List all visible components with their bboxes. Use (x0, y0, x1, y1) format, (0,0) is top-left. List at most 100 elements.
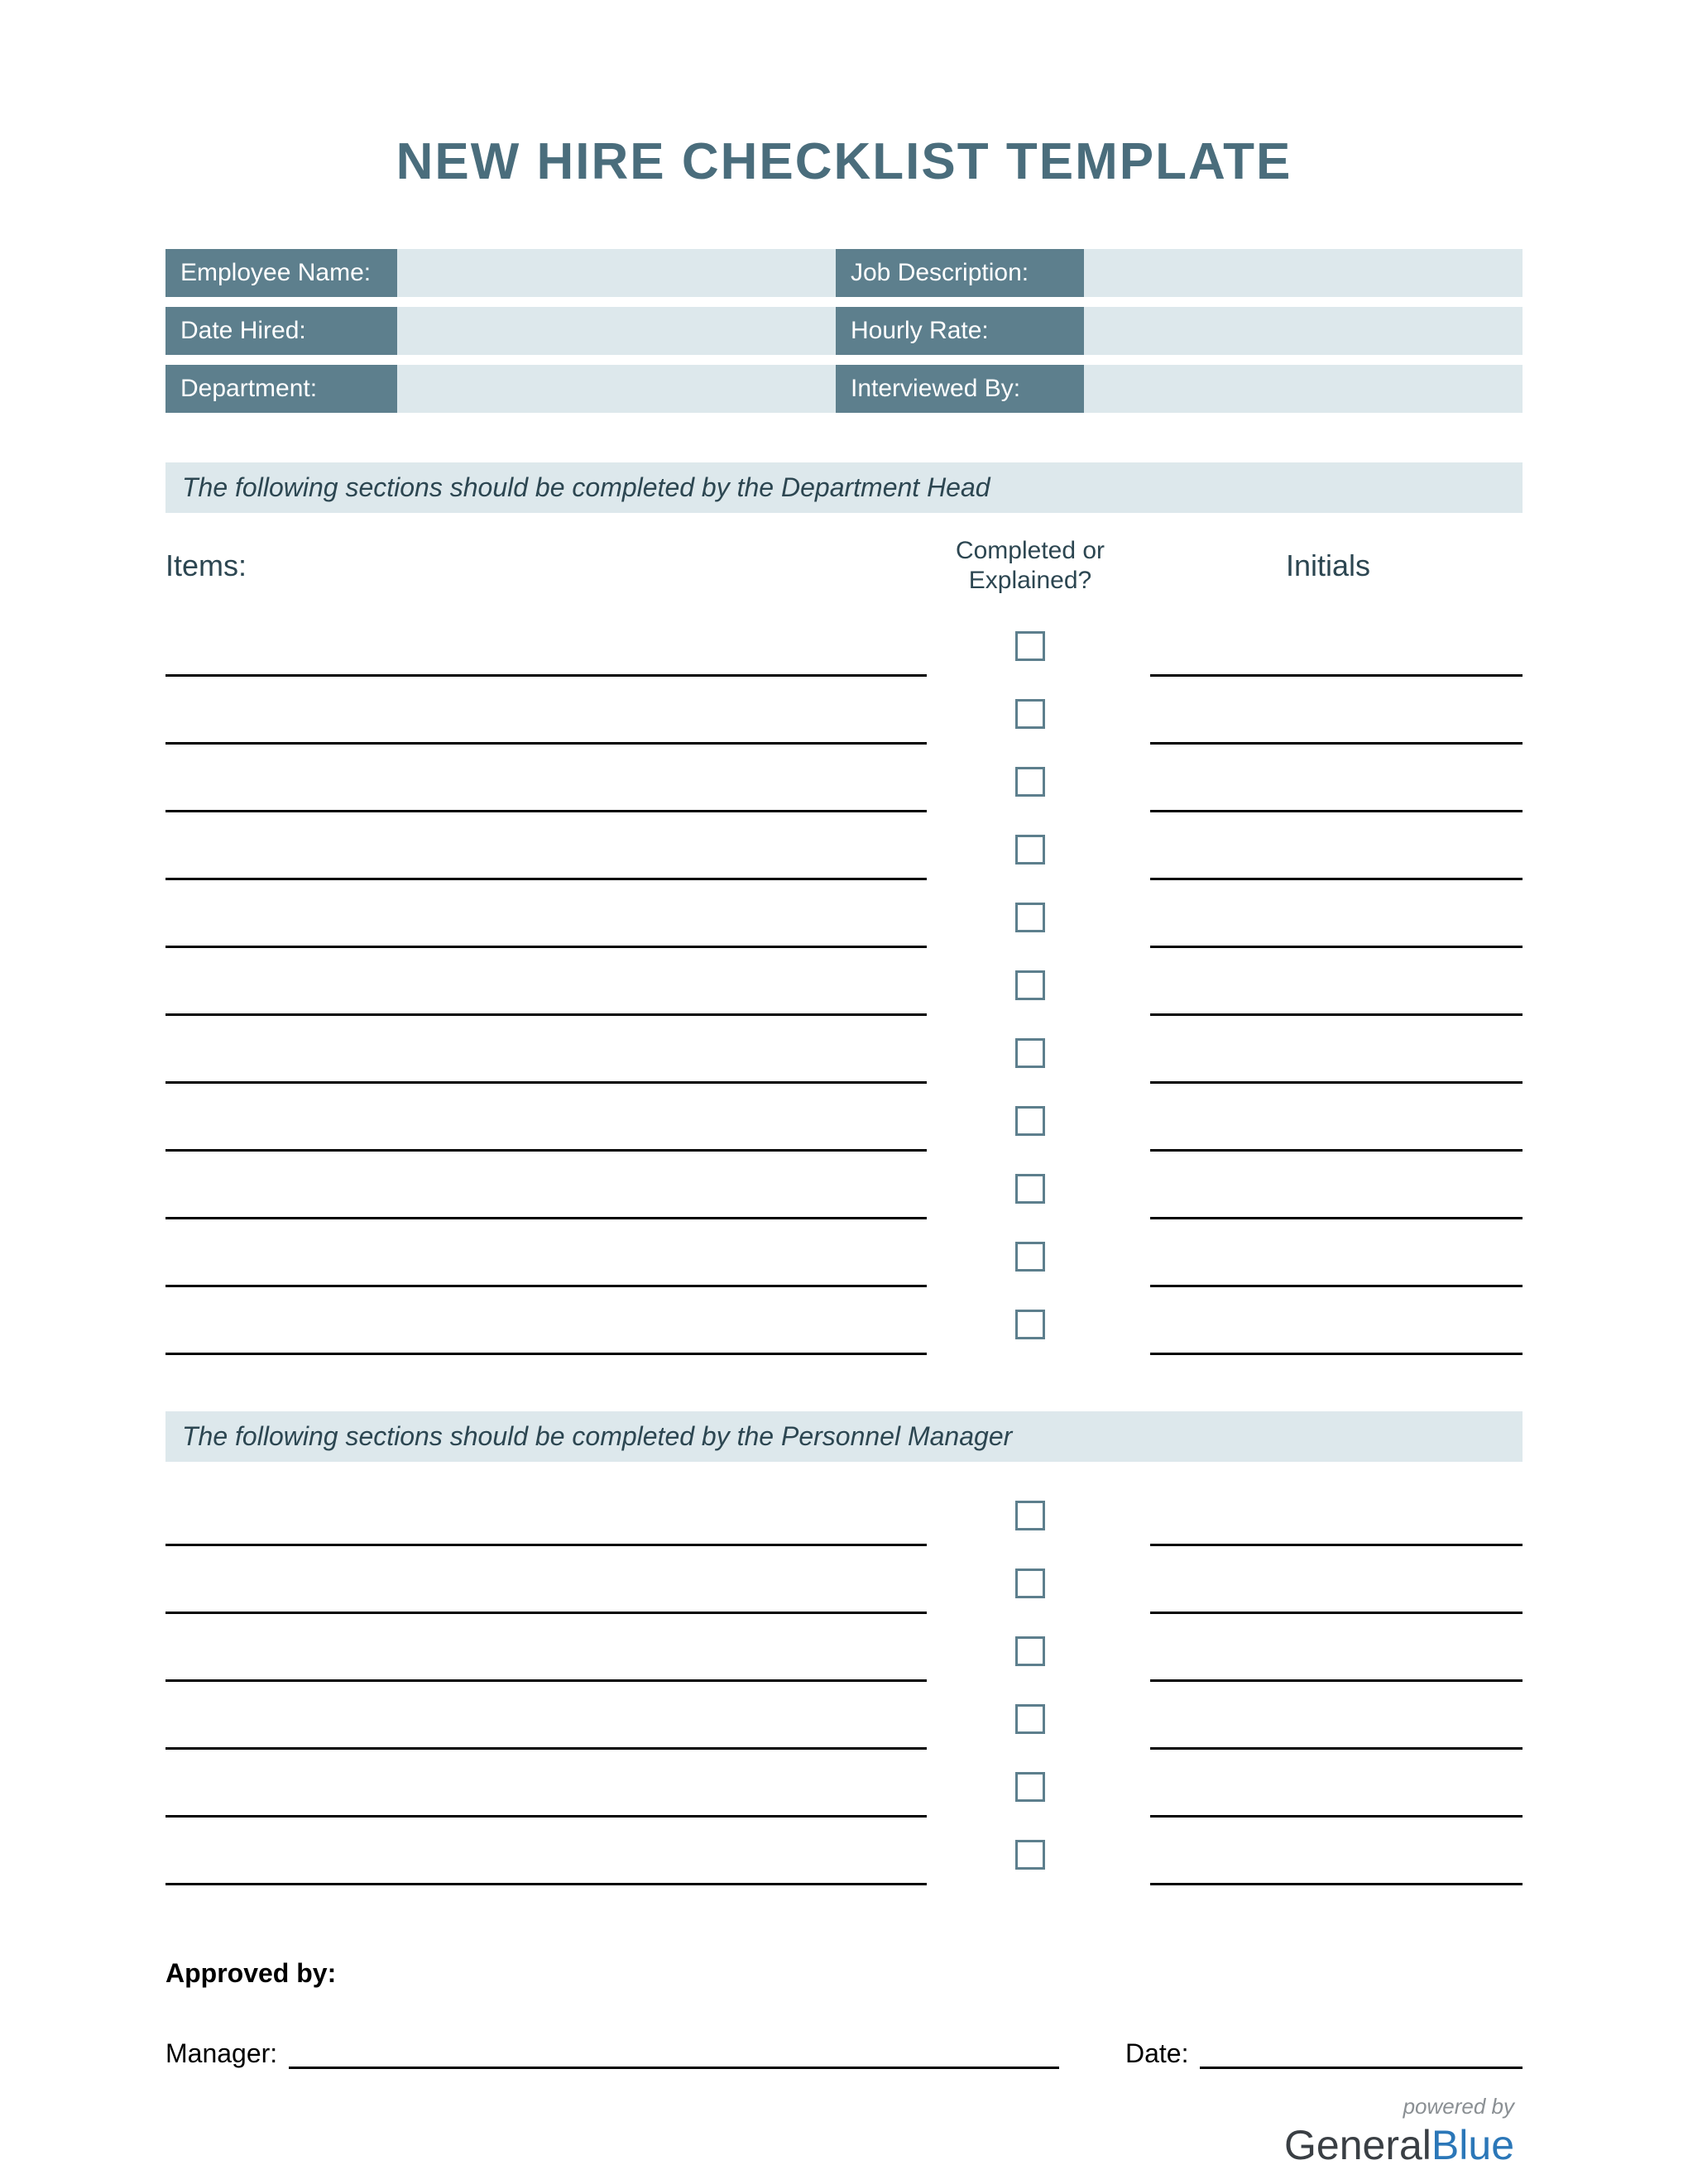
checkbox-cell (927, 1636, 1134, 1666)
hourly-rate-field[interactable] (1084, 307, 1523, 355)
completed-checkbox[interactable] (1015, 699, 1045, 729)
initials-line[interactable] (1150, 1784, 1523, 1818)
completed-checkbox[interactable] (1015, 1310, 1045, 1339)
checklist-row (165, 1226, 1523, 1294)
page-title: NEW HIRE CHECKLIST TEMPLATE (165, 132, 1523, 191)
initials-line[interactable] (1150, 915, 1523, 948)
interviewed-by-field[interactable] (1084, 365, 1523, 413)
initials-line[interactable] (1150, 1322, 1523, 1355)
completed-checkbox[interactable] (1015, 1174, 1045, 1204)
checkbox-cell (927, 631, 1134, 661)
checkbox-cell (927, 1174, 1134, 1204)
checklist-row (165, 683, 1523, 751)
header-initials: Initials (1134, 548, 1523, 583)
checkbox-cell (927, 903, 1134, 932)
employee-name-label: Employee Name: (165, 249, 397, 297)
completed-checkbox[interactable] (1015, 767, 1045, 797)
initials-line[interactable] (1150, 711, 1523, 745)
item-line[interactable] (165, 711, 927, 745)
completed-checkbox[interactable] (1015, 1106, 1045, 1136)
initials-line[interactable] (1150, 847, 1523, 880)
section2-checklist (165, 1485, 1523, 1892)
interviewed-by-label: Interviewed By: (836, 365, 1084, 413)
initials-line[interactable] (1150, 1186, 1523, 1219)
completed-checkbox[interactable] (1015, 835, 1045, 864)
initials-line[interactable] (1150, 1254, 1523, 1287)
date-signature-field[interactable]: Date: (1125, 2038, 1523, 2069)
completed-checkbox[interactable] (1015, 970, 1045, 1000)
completed-checkbox[interactable] (1015, 1636, 1045, 1666)
checklist-header-row: Items: Completed or Explained? Initials (165, 536, 1523, 596)
header-items: Items: (165, 548, 927, 583)
checkbox-cell (927, 1840, 1134, 1870)
completed-checkbox[interactable] (1015, 1772, 1045, 1802)
initials-line[interactable] (1150, 1581, 1523, 1614)
item-line[interactable] (165, 1322, 927, 1355)
completed-checkbox[interactable] (1015, 1840, 1045, 1870)
brand-logo: GeneralBlue (165, 2121, 1514, 2169)
item-line[interactable] (165, 644, 927, 677)
checklist-row (165, 615, 1523, 683)
item-line[interactable] (165, 1717, 927, 1750)
item-line[interactable] (165, 1118, 927, 1152)
manager-label: Manager: (165, 2038, 277, 2069)
job-description-field[interactable] (1084, 249, 1523, 297)
completed-checkbox[interactable] (1015, 1242, 1045, 1272)
initials-line[interactable] (1150, 1717, 1523, 1750)
brand-text-blue: Blue (1431, 2122, 1514, 2168)
item-line[interactable] (165, 847, 927, 880)
checkbox-cell (927, 1242, 1134, 1272)
initials-line[interactable] (1150, 983, 1523, 1016)
item-line[interactable] (165, 1649, 927, 1682)
checklist-row (165, 1294, 1523, 1362)
item-line[interactable] (165, 1784, 927, 1818)
initials-line[interactable] (1150, 779, 1523, 812)
initials-line[interactable] (1150, 1118, 1523, 1152)
item-line[interactable] (165, 915, 927, 948)
department-label: Department: (165, 365, 397, 413)
header-completed: Completed or Explained? (927, 536, 1134, 596)
item-line[interactable] (165, 1852, 927, 1885)
approval-section: Approved by: Manager: Date: (165, 1958, 1523, 2069)
initials-line[interactable] (1150, 1513, 1523, 1546)
footer-brand: powered by GeneralBlue (165, 2094, 1523, 2169)
checklist-row (165, 1756, 1523, 1824)
completed-checkbox[interactable] (1015, 1569, 1045, 1598)
info-grid: Employee Name: Job Description: Date Hir… (165, 249, 1523, 413)
item-line[interactable] (165, 983, 927, 1016)
job-description-label: Job Description: (836, 249, 1084, 297)
item-line[interactable] (165, 1186, 927, 1219)
checkbox-cell (927, 1772, 1134, 1802)
checkbox-cell (927, 767, 1134, 797)
initials-line[interactable] (1150, 1649, 1523, 1682)
completed-checkbox[interactable] (1015, 1038, 1045, 1068)
section-banner-personnel-manager: The following sections should be complet… (165, 1411, 1523, 1462)
item-line[interactable] (165, 1513, 927, 1546)
section-banner-department-head: The following sections should be complet… (165, 462, 1523, 513)
checklist-row (165, 751, 1523, 819)
checklist-row (165, 1090, 1523, 1158)
completed-checkbox[interactable] (1015, 1501, 1045, 1530)
date-signature-line[interactable] (1200, 2043, 1523, 2069)
brand-text-general: General (1284, 2122, 1431, 2168)
initials-line[interactable] (1150, 1051, 1523, 1084)
checklist-row (165, 1621, 1523, 1688)
initials-line[interactable] (1150, 644, 1523, 677)
initials-line[interactable] (1150, 1852, 1523, 1885)
checkbox-cell (927, 1310, 1134, 1339)
item-line[interactable] (165, 1581, 927, 1614)
employee-name-field[interactable] (397, 249, 836, 297)
department-field[interactable] (397, 365, 836, 413)
checkbox-cell (927, 1501, 1134, 1530)
checkbox-cell (927, 970, 1134, 1000)
item-line[interactable] (165, 1254, 927, 1287)
completed-checkbox[interactable] (1015, 631, 1045, 661)
completed-checkbox[interactable] (1015, 903, 1045, 932)
date-hired-field[interactable] (397, 307, 836, 355)
manager-signature-line[interactable] (289, 2043, 1059, 2069)
date-label: Date: (1125, 2038, 1188, 2069)
manager-signature-field[interactable]: Manager: (165, 2038, 1059, 2069)
item-line[interactable] (165, 779, 927, 812)
completed-checkbox[interactable] (1015, 1704, 1045, 1734)
item-line[interactable] (165, 1051, 927, 1084)
